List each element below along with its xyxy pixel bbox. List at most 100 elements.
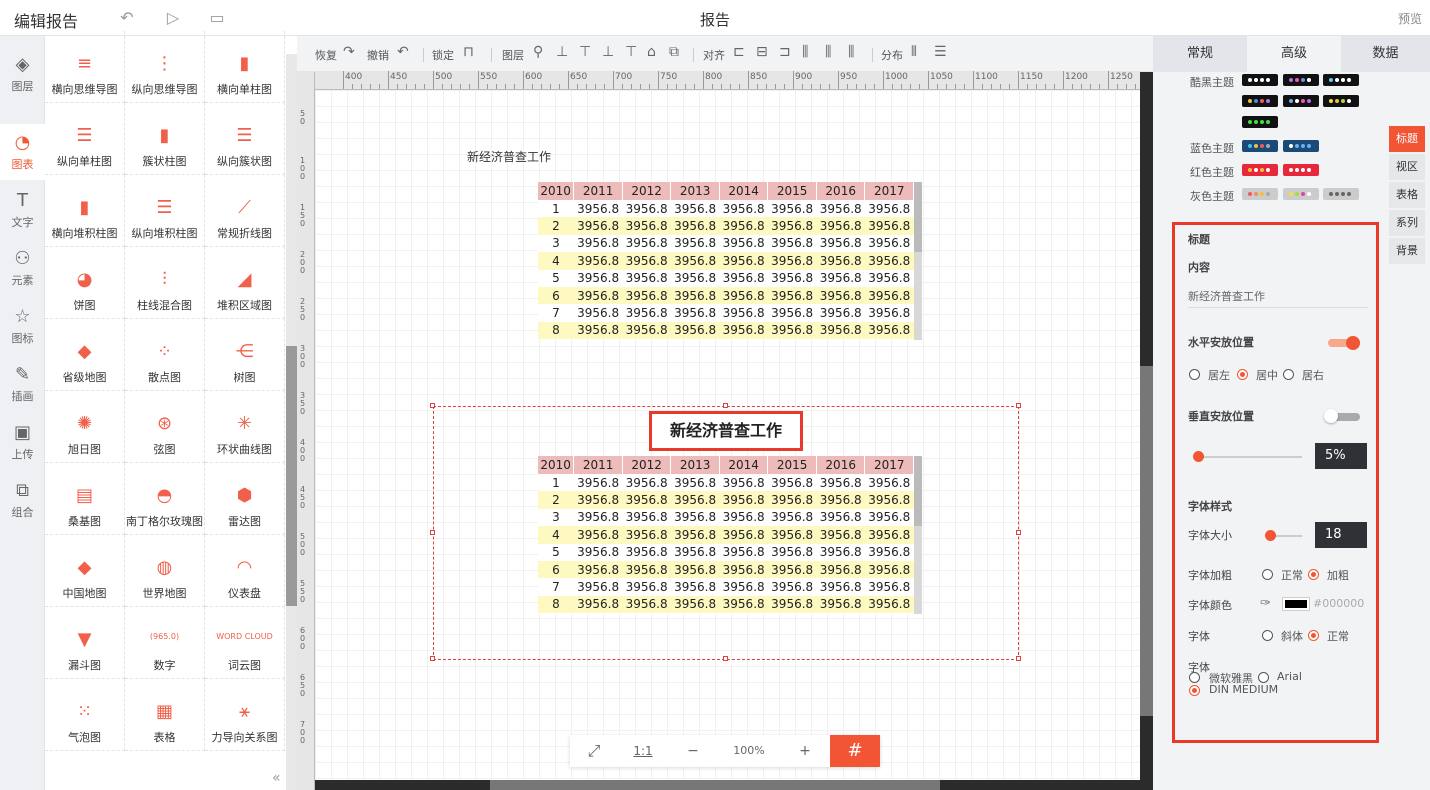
theme-swatch[interactable]: [1242, 95, 1278, 107]
widget1-title[interactable]: 新经济普查工作: [467, 148, 551, 165]
font-color-swatch[interactable]: [1283, 598, 1309, 610]
align-middle-icon[interactable]: ⫼: [825, 44, 831, 60]
resize-handle-s[interactable]: [723, 656, 728, 661]
resize-handle-ne[interactable]: [1016, 403, 1021, 408]
v-position-slider[interactable]: [1198, 456, 1302, 458]
grid-toggle-button[interactable]: #: [830, 735, 880, 767]
theme-swatch[interactable]: [1242, 164, 1278, 176]
theme-swatch[interactable]: [1242, 116, 1278, 128]
title-content-input[interactable]: 新经济普查工作: [1188, 288, 1368, 308]
rail-item-group[interactable]: ⧉ 组合: [0, 472, 45, 528]
italic-normal-radio[interactable]: [1308, 630, 1319, 641]
resize-handle-sw[interactable]: [430, 656, 435, 661]
rail-item-icons[interactable]: ☆ 图标: [0, 298, 45, 354]
table-header-cell[interactable]: 2012: [622, 456, 672, 474]
align-top-icon[interactable]: ⫼: [802, 44, 808, 60]
tab-data[interactable]: 数据: [1341, 36, 1430, 72]
library-item[interactable]: (965.0) 数字: [125, 607, 205, 679]
theme-swatch[interactable]: [1242, 188, 1278, 200]
family-din-radio[interactable]: [1189, 685, 1200, 696]
rail-item-elements[interactable]: ⚇ 元素: [0, 240, 45, 296]
library-scrollbar-thumb[interactable]: [286, 346, 297, 606]
layer-up-icon[interactable]: ⚲: [533, 44, 543, 60]
h-right-radio[interactable]: [1283, 369, 1294, 380]
undo-icon[interactable]: ↶: [118, 9, 136, 27]
layer-down-icon[interactable]: ⊤: [579, 44, 591, 60]
section-nav-table[interactable]: 表格: [1389, 182, 1425, 208]
font-size-value[interactable]: 18: [1315, 522, 1367, 548]
zoom-in-button[interactable]: +: [780, 735, 830, 767]
rail-item-layers[interactable]: ◈ 图层: [0, 46, 45, 102]
redo-button[interactable]: 恢复: [315, 47, 337, 63]
play-icon[interactable]: ▷: [164, 9, 182, 27]
lock-button[interactable]: 锁定: [432, 47, 454, 63]
v-position-slider-knob[interactable]: [1193, 451, 1204, 462]
library-item[interactable]: ◢ 堆积区域图: [205, 247, 285, 319]
rail-item-upload[interactable]: ▣ 上传: [0, 414, 45, 470]
library-item[interactable]: ☰ 纵向簇状图: [205, 103, 285, 175]
theme-swatch[interactable]: [1283, 188, 1319, 200]
table-scrollbar-thumb[interactable]: [914, 182, 922, 252]
canvas-horizontal-scrollbar-thumb[interactable]: [490, 780, 940, 790]
rail-item-illustrations[interactable]: ✎ 插画: [0, 356, 45, 412]
tab-general[interactable]: 常规: [1153, 36, 1247, 72]
theme-swatch[interactable]: [1242, 74, 1278, 86]
library-item[interactable]: ◆ 省级地图: [45, 319, 125, 391]
library-item[interactable]: ⫶ 柱线混合图: [125, 247, 205, 319]
rail-item-charts[interactable]: ◔ 图表: [0, 124, 45, 180]
v-position-toggle-knob[interactable]: [1324, 409, 1338, 423]
layer-bottom-icon[interactable]: ⊥: [602, 44, 614, 60]
library-item[interactable]: ⟋ 常规折线图: [205, 175, 285, 247]
resize-handle-e[interactable]: [1016, 530, 1021, 535]
align-right-icon[interactable]: ⊐: [779, 44, 791, 60]
library-item[interactable]: ✺ 旭日图: [45, 391, 125, 463]
zoom-out-button[interactable]: −: [668, 735, 718, 767]
theme-swatch[interactable]: [1323, 74, 1359, 86]
align-center-icon[interactable]: ⊟: [756, 44, 768, 60]
library-item[interactable]: ⬢ 雷达图: [205, 463, 285, 535]
save-icon[interactable]: ▭: [208, 9, 226, 27]
table-scrollbar[interactable]: [914, 182, 922, 340]
distribute-h-icon[interactable]: ⫴: [911, 44, 917, 60]
table-header-cell[interactable]: 2016: [816, 182, 866, 200]
data-table-2[interactable]: 2010 2011 2012 2013 2014 2015 2016 2017 1 3956.8 3…: [538, 456, 922, 614]
theme-swatch[interactable]: [1283, 95, 1319, 107]
library-item[interactable]: ⊛ 弦图: [125, 391, 205, 463]
delete-icon[interactable]: ⌂: [647, 44, 656, 60]
library-item[interactable]: ✳ 环状曲线图: [205, 391, 285, 463]
redo-icon[interactable]: ↷: [343, 44, 355, 60]
table-header-cell[interactable]: 2013: [670, 456, 720, 474]
table-header-cell[interactable]: 2014: [719, 182, 769, 200]
tab-advanced[interactable]: 高级: [1247, 36, 1341, 72]
library-item[interactable]: WORD CLOUD 词云图: [205, 607, 285, 679]
family-arial-radio[interactable]: [1258, 672, 1269, 683]
copy-icon[interactable]: ⧉: [669, 44, 679, 60]
table-header-cell[interactable]: 2013: [670, 182, 720, 200]
library-item[interactable]: ◍ 世界地图: [125, 535, 205, 607]
family-yahei-radio[interactable]: [1189, 672, 1200, 683]
library-item[interactable]: ▮ 横向堆积柱图: [45, 175, 125, 247]
library-item[interactable]: ⁙ 气泡图: [45, 679, 125, 751]
library-item[interactable]: ◆ 中国地图: [45, 535, 125, 607]
table-header-cell[interactable]: 2011: [573, 456, 623, 474]
italic-italic-radio[interactable]: [1262, 630, 1273, 641]
library-item[interactable]: ≡ 横向思维导图: [45, 31, 125, 103]
data-table-1[interactable]: 2010 2011 2012 2013 2014 2015 2016 2017 1 3956.8 3…: [538, 182, 922, 340]
theme-swatch[interactable]: [1283, 140, 1319, 152]
theme-swatch[interactable]: [1323, 188, 1359, 200]
section-nav-title[interactable]: 标题: [1389, 126, 1425, 152]
table-header-cell[interactable]: 2015: [767, 182, 817, 200]
table-header-cell[interactable]: 2017: [864, 456, 914, 474]
library-item[interactable]: ◠ 仪表盘: [205, 535, 285, 607]
table-scrollbar-thumb[interactable]: [914, 456, 922, 526]
collapse-icon[interactable]: «: [272, 770, 281, 786]
section-nav-background[interactable]: 背景: [1389, 238, 1425, 264]
library-item[interactable]: ☰ 纵向单柱图: [45, 103, 125, 175]
table-header-cell[interactable]: 2017: [864, 182, 914, 200]
h-position-toggle-knob[interactable]: [1346, 336, 1360, 350]
resize-handle-n[interactable]: [723, 403, 728, 408]
table-header-cell[interactable]: 2016: [816, 456, 866, 474]
library-item[interactable]: ◕ 饼图: [45, 247, 125, 319]
widget2-title[interactable]: 新经济普查工作: [649, 411, 803, 451]
table-header-cell[interactable]: 2011: [573, 182, 623, 200]
